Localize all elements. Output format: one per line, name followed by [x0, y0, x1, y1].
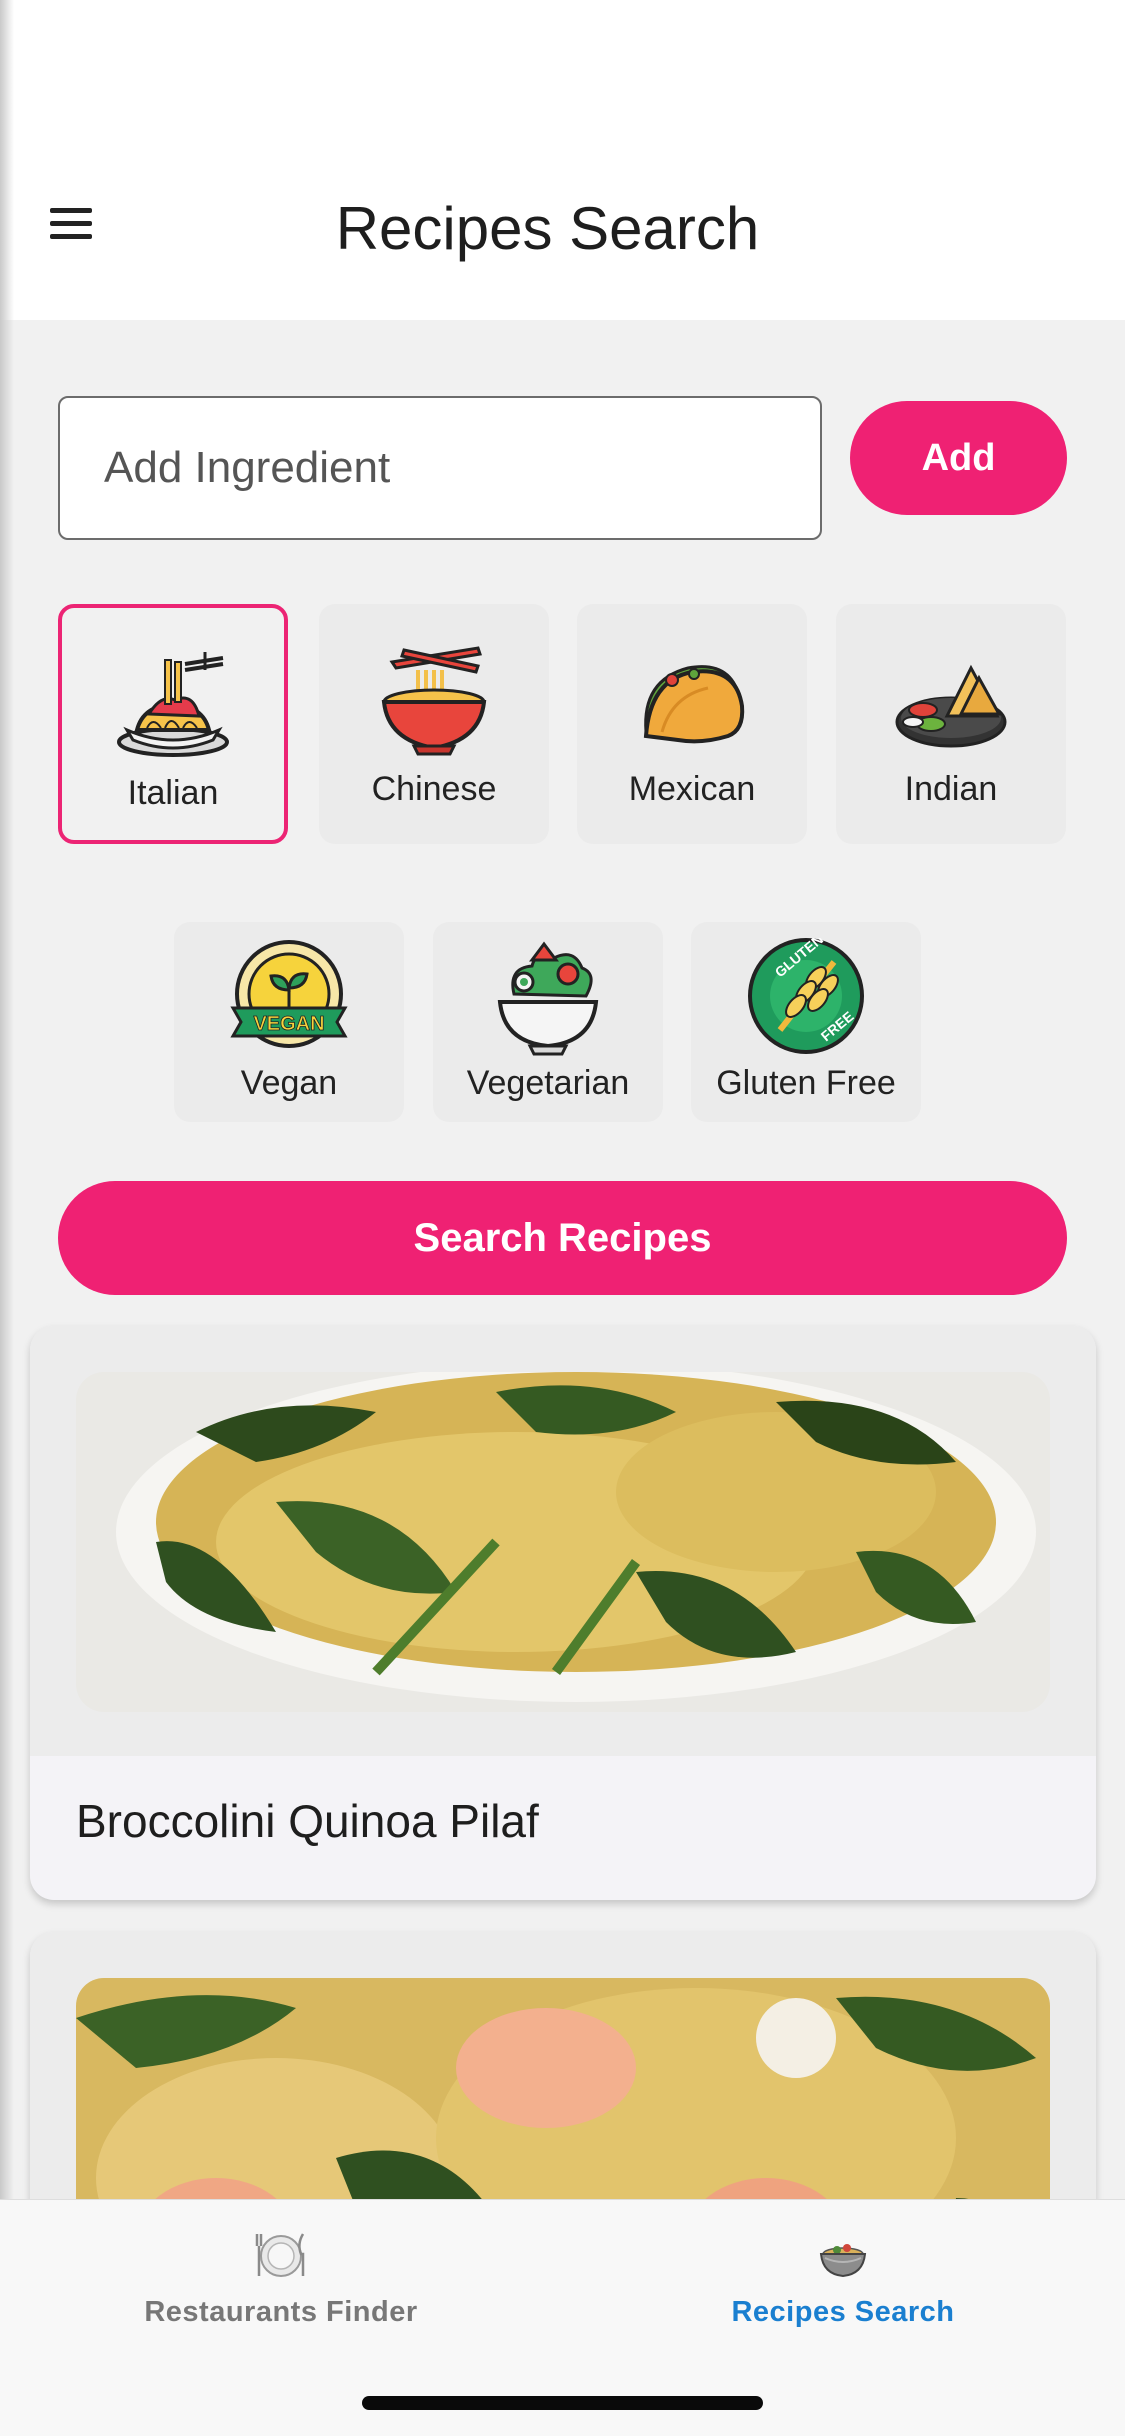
cuisine-label: Gluten Free: [716, 1064, 896, 1102]
tab-label: Restaurants Finder: [144, 2296, 418, 2328]
svg-text:VEGAN: VEGAN: [253, 1013, 324, 1035]
search-recipes-button[interactable]: Search Recipes: [58, 1181, 1067, 1295]
spaghetti-icon: [113, 644, 233, 764]
cuisine-label: Indian: [904, 770, 998, 808]
page-title: Recipes Search: [335, 195, 760, 262]
ingredient-input[interactable]: [58, 396, 822, 540]
recipe-image: [76, 1372, 1050, 1712]
app-screen: Recipes Search Add Italian: [0, 0, 1125, 2436]
screen-edge-shadow: [0, 0, 14, 2436]
cuisine-label: Mexican: [628, 770, 756, 808]
cuisine-tile-italian[interactable]: Italian: [58, 604, 288, 844]
taco-icon: [632, 640, 752, 760]
cuisine-tile-gluten-free[interactable]: GLUTEN FREE Gluten Free: [691, 922, 921, 1122]
tab-label: Recipes Search: [731, 2296, 955, 2328]
cuisine-label: Italian: [127, 774, 219, 812]
salad-bowl-icon: [488, 938, 608, 1058]
vegan-badge-icon: VEGAN: [229, 938, 349, 1058]
cuisine-tile-indian[interactable]: Indian: [836, 604, 1066, 844]
food-bowl-icon: [815, 2228, 871, 2280]
cuisine-label: Vegetarian: [466, 1064, 630, 1102]
tab-recipes-search[interactable]: Recipes Search: [562, 2200, 1124, 2350]
cuisine-label: Vegan: [240, 1064, 338, 1102]
cuisine-tile-chinese[interactable]: Chinese: [319, 604, 549, 844]
recipe-card[interactable]: Broccolini Quinoa Pilaf: [30, 1326, 1096, 1900]
tab-restaurants-finder[interactable]: Restaurants Finder: [0, 2200, 562, 2350]
recipe-image-frame: [30, 1326, 1096, 1756]
home-indicator[interactable]: [362, 2396, 763, 2410]
recipe-title: Broccolini Quinoa Pilaf: [76, 1795, 539, 1847]
plate-cutlery-icon: [253, 2228, 309, 2280]
app-header: Recipes Search: [0, 0, 1125, 320]
gluten-free-badge-icon: GLUTEN FREE: [746, 931, 866, 1058]
cuisine-label: Chinese: [371, 770, 497, 808]
samosa-icon: [891, 640, 1011, 760]
cuisine-tile-vegetarian[interactable]: Vegetarian: [433, 922, 663, 1122]
noodle-bowl-icon: [374, 640, 494, 760]
cuisine-tile-mexican[interactable]: Mexican: [577, 604, 807, 844]
add-ingredient-button[interactable]: Add: [850, 401, 1067, 515]
cuisine-tile-vegan[interactable]: VEGAN Vegan: [174, 922, 404, 1122]
